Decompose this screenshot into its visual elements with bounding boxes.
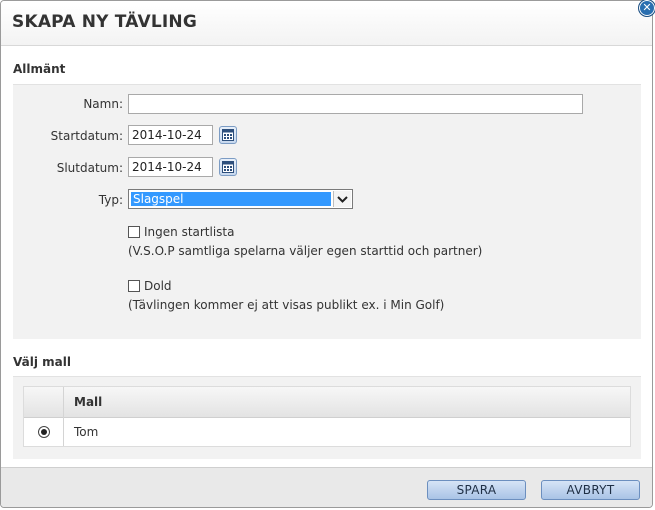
type-select[interactable]: Slagspel (128, 189, 353, 209)
template-radio-tom[interactable] (38, 426, 50, 438)
hidden-hint: (Tävlingen kommer ej att visas publikt e… (128, 298, 445, 312)
table-row[interactable]: Tom (74, 425, 98, 439)
close-icon[interactable]: ✕ (638, 0, 655, 17)
template-table: Mall Tom (23, 386, 631, 447)
type-select-value: Slagspel (130, 191, 332, 207)
calendar-icon (222, 129, 234, 141)
template-column-header: Mall (74, 395, 103, 409)
end-date-calendar-button[interactable] (219, 158, 237, 176)
hidden-checkbox[interactable] (128, 280, 140, 292)
dialog-title: SKAPA NY TÄVLING (12, 12, 197, 32)
no-startlist-label: Ingen startlista (144, 225, 235, 239)
calendar-icon (222, 161, 234, 173)
name-label: Namn: (83, 97, 123, 111)
end-date-label: Slutdatum: (56, 161, 123, 175)
no-startlist-checkbox[interactable] (128, 226, 140, 238)
end-date-input[interactable] (128, 157, 213, 177)
chevron-down-icon[interactable] (333, 191, 351, 207)
start-date-input[interactable] (128, 125, 213, 145)
hidden-label: Dold (144, 279, 172, 293)
cancel-button[interactable]: AVBRYT (541, 480, 640, 500)
create-competition-dialog: SKAPA NY TÄVLING Allmänt Namn: Startdatu… (0, 0, 653, 508)
dialog-titlebar: SKAPA NY TÄVLING (1, 1, 652, 46)
save-button[interactable]: SPARA (427, 480, 526, 500)
dialog-footer: SPARA AVBRYT (1, 467, 652, 507)
start-date-calendar-button[interactable] (219, 126, 237, 144)
template-table-header: Mall (24, 387, 630, 418)
name-input[interactable] (128, 94, 583, 114)
column-divider (63, 387, 64, 446)
template-section-heading: Välj mall (13, 355, 71, 369)
general-section-heading: Allmänt (13, 62, 66, 76)
no-startlist-hint: (V.S.O.P samtliga spelarna väljer egen s… (128, 244, 483, 258)
start-date-label: Startdatum: (50, 129, 123, 143)
type-label: Typ: (98, 193, 123, 207)
